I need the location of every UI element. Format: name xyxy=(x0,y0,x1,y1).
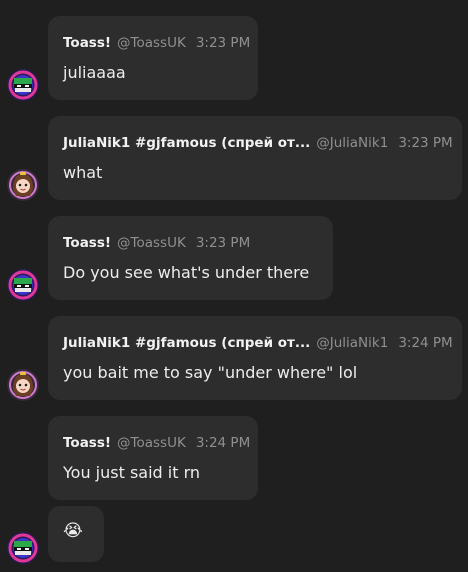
message-text: You just said it rn xyxy=(63,463,201,482)
message-header: Toass! @ToassUK 3:23 PM xyxy=(63,234,250,252)
author-handle[interactable]: @JuliaNik1 xyxy=(316,135,388,151)
author-handle[interactable]: @ToassUK xyxy=(117,435,186,451)
author-handle[interactable]: @JuliaNik1 xyxy=(316,335,388,351)
message-bubble[interactable]: JuliaNik1 #gjfamous (спрей от... @JuliaNi… xyxy=(48,316,462,400)
message-time: 3:23 PM xyxy=(195,235,251,251)
crying-emoji-icon: 😭 xyxy=(63,521,83,541)
julia-avatar-icon xyxy=(7,369,39,401)
message-text: you bait me to say "under where" lol xyxy=(63,363,358,382)
chat-thread: Toass! @ToassUK 3:23 PM juliaaaa JuliaNik1… xyxy=(0,0,468,572)
message-time: 3:24 PM xyxy=(195,435,251,451)
message-time: 3:23 PM xyxy=(398,135,453,151)
message-bubble[interactable]: 😭 xyxy=(48,506,104,562)
avatar-toass[interactable] xyxy=(7,269,39,301)
message-header: Toass! @ToassUK 3:24 PM xyxy=(63,434,250,452)
message-header: Toass! @ToassUK 3:23 PM xyxy=(63,34,250,52)
message-bubble[interactable]: JuliaNik1 #gjfamous (спрей от... @JuliaNi… xyxy=(48,116,462,200)
author-name[interactable]: JuliaNik1 #gjfamous (спрей от... xyxy=(63,135,310,151)
message-header: JuliaNik1 #gjfamous (спрей от... @JuliaNi… xyxy=(63,134,453,152)
message-text: juliaaaa xyxy=(63,63,126,82)
avatar-toass[interactable] xyxy=(7,69,39,101)
message-text: what xyxy=(63,163,103,182)
toass-avatar-icon xyxy=(7,269,39,301)
author-name[interactable]: Toass! xyxy=(63,435,111,451)
author-name[interactable]: Toass! xyxy=(63,235,111,251)
message-bubble[interactable]: Toass! @ToassUK 3:24 PM You just said it r… xyxy=(48,416,258,500)
message-header: JuliaNik1 #gjfamous (спрей от... @JuliaNi… xyxy=(63,334,453,352)
author-handle[interactable]: @ToassUK xyxy=(117,35,186,51)
message-bubble[interactable]: Toass! @ToassUK 3:23 PM Do you see what's … xyxy=(48,216,333,300)
toass-avatar-icon xyxy=(7,532,39,564)
message-bubble[interactable]: Toass! @ToassUK 3:23 PM juliaaaa xyxy=(48,16,258,100)
author-name[interactable]: JuliaNik1 #gjfamous (спрей от... xyxy=(63,335,310,351)
avatar-julia[interactable] xyxy=(7,169,39,201)
toass-avatar-icon xyxy=(7,69,39,101)
author-handle[interactable]: @ToassUK xyxy=(117,235,186,251)
message-time: 3:23 PM xyxy=(195,35,251,51)
message-time: 3:24 PM xyxy=(398,335,453,351)
avatar-julia[interactable] xyxy=(7,369,39,401)
julia-avatar-icon xyxy=(7,169,39,201)
message-text: Do you see what's under there xyxy=(63,263,310,282)
avatar-toass[interactable] xyxy=(7,532,39,564)
author-name[interactable]: Toass! xyxy=(63,35,111,51)
